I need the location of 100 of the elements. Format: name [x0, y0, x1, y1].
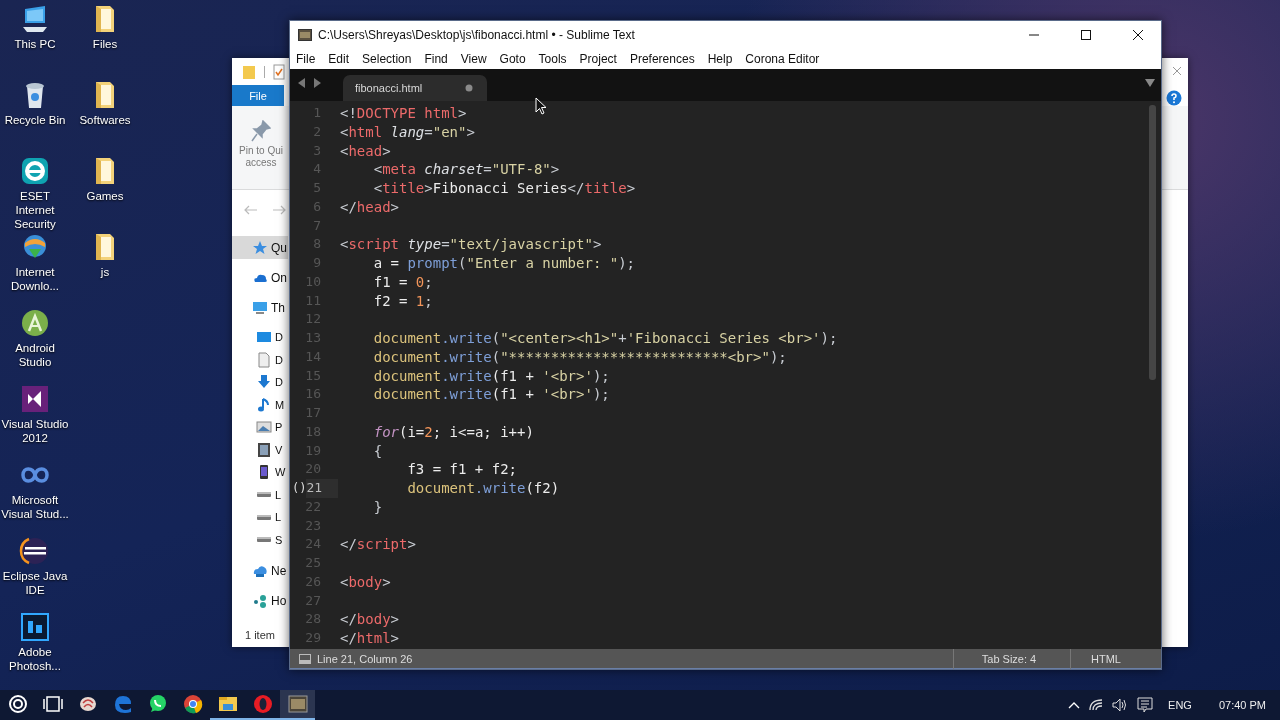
editor-icon [286, 693, 309, 715]
nav-item[interactable]: D [232, 348, 288, 371]
code-line: document.write("**************************<br>"); [372, 347, 787, 367]
chevron-up-icon[interactable] [1068, 701, 1081, 709]
browser-icon [181, 693, 204, 715]
code-line: <!DOCTYPE html> [339, 104, 467, 123]
code-line: document.write(f2) [406, 479, 560, 498]
menu-item[interactable]: Tools [532, 51, 574, 66]
nav-item[interactable]: D [232, 326, 288, 349]
film-icon [256, 441, 272, 458]
file-tab[interactable]: fibonacci.html [343, 75, 487, 101]
menu-item[interactable]: Preferences [623, 51, 702, 66]
desktop-shortcut[interactable]: This PC [0, 3, 70, 79]
desktop-shortcut[interactable]: Microsoft Visual Stud... [0, 459, 70, 535]
code-line: <title>Fibonacci Series</title> [372, 179, 636, 198]
desktop-shortcut[interactable]: Adobe Photosh... [0, 611, 70, 687]
nav-item[interactable]: S [232, 528, 288, 551]
code-line: </head> [339, 197, 399, 217]
input-language[interactable]: ENG [1168, 699, 1192, 711]
code-line: document.write("<center><h1>"+'Fibonacci Series <br>'); [372, 329, 838, 348]
scrollbar-thumb[interactable] [1149, 105, 1156, 380]
nav-item[interactable]: Th [232, 296, 288, 319]
nav-item[interactable]: Qu [232, 236, 288, 259]
code-line: <body> [339, 572, 391, 592]
computer-icon [252, 299, 268, 316]
code-line: { [372, 441, 383, 461]
nav-item[interactable]: Ne [232, 559, 288, 582]
panel-icon[interactable] [299, 653, 311, 664]
wifi-icon[interactable] [1089, 699, 1104, 711]
code-line: <script type="text/javascript"> [339, 235, 602, 254]
nav-item[interactable]: L [232, 483, 288, 506]
pin-icon [251, 120, 271, 142]
help-icon[interactable] [1166, 90, 1182, 106]
drive-icon [257, 492, 271, 498]
nav-item[interactable]: P [232, 416, 288, 439]
menu-item[interactable]: View [454, 51, 494, 66]
menu-item[interactable]: Project [573, 51, 624, 66]
app-icon [298, 28, 312, 41]
syntax-setting[interactable]: HTML [1070, 648, 1141, 669]
code-line: f1 = 0; [372, 272, 433, 292]
status-text: 1 item [245, 629, 275, 643]
menu-item[interactable]: Help [701, 51, 740, 66]
menu-item[interactable]: File [290, 51, 323, 66]
document-icon [256, 351, 272, 368]
close-icon[interactable] [1172, 66, 1182, 76]
code-line: </body> [339, 610, 399, 629]
cursor-position: Line 21, Column 26 [317, 652, 413, 665]
tab-size-setting[interactable]: Tab Size: 4 [953, 648, 1064, 669]
code-line: <html lang="en"> [339, 122, 475, 142]
desktop-shortcut[interactable]: js [70, 231, 140, 307]
menu-item[interactable]: Corona Editor [739, 51, 827, 66]
code-line: for(i=2; i<=a; i++) [372, 422, 534, 442]
left-arrow-icon[interactable] [298, 78, 306, 88]
code-line: <head> [339, 141, 391, 161]
menu-item[interactable]: Selection [356, 51, 419, 66]
app-icon [19, 155, 51, 187]
drive-icon [257, 537, 271, 543]
notepad-icon [273, 63, 285, 80]
notification-icon[interactable] [1137, 697, 1154, 713]
volume-icon[interactable] [1112, 698, 1129, 712]
app-icon [19, 383, 51, 415]
desktop-shortcut[interactable]: Games [70, 155, 140, 231]
code-line: <meta charset="UTF-8"> [372, 160, 560, 179]
desktop-shortcut[interactable]: Internet Downlo... [0, 231, 70, 307]
desktop-shortcut[interactable]: Recycle Bin [0, 79, 70, 155]
image-icon [256, 419, 272, 436]
desktop-shortcut[interactable]: Android Studio [0, 307, 70, 383]
desktop-shortcut[interactable]: Visual Studio 2012 [0, 383, 70, 459]
nav-item[interactable]: V [232, 438, 288, 461]
file-tab[interactable]: File [232, 85, 284, 106]
code-line: } [372, 497, 383, 517]
code-line: </html> [339, 629, 399, 648]
right-arrow-icon[interactable] [313, 78, 321, 88]
music-note-icon [256, 396, 272, 413]
pin-label[interactable]: Pin to Qui access [235, 145, 287, 169]
dropdown-icon[interactable] [1145, 79, 1155, 87]
window-title: C:\Users\Shreyas\Desktop\js\fibonacci.html • - Sublime Text [318, 27, 635, 42]
drive-icon [257, 514, 271, 520]
nav-item[interactable]: Ho [232, 589, 288, 612]
nav-item[interactable]: On [232, 266, 288, 289]
task-view-icon [41, 693, 64, 715]
desktop-shortcut[interactable]: Softwares [70, 79, 140, 155]
menu-item[interactable]: Goto [493, 51, 533, 66]
star-icon [252, 239, 268, 256]
code-line: </script> [339, 535, 416, 554]
line-number: 21 [306, 479, 339, 498]
gutter-marker: () [291, 480, 307, 497]
cortana-ring-icon [6, 693, 29, 715]
homegroup-icon [252, 592, 268, 609]
menu-item[interactable]: Edit [322, 51, 357, 66]
clock[interactable]: 07:40 PM [1218, 699, 1266, 711]
maximize-icon [1081, 29, 1091, 40]
desktop-shortcut[interactable]: Files [70, 3, 140, 79]
nav-item[interactable]: L [232, 506, 288, 529]
desktop-shortcut[interactable]: Eclipse Java IDE [0, 535, 70, 611]
nav-item[interactable]: W [232, 461, 288, 484]
menu-item[interactable]: Find [418, 51, 455, 66]
nav-item[interactable]: D [232, 371, 288, 394]
desktop-shortcut[interactable]: ESET Internet Security [0, 155, 70, 231]
nav-item[interactable]: M [232, 393, 288, 416]
